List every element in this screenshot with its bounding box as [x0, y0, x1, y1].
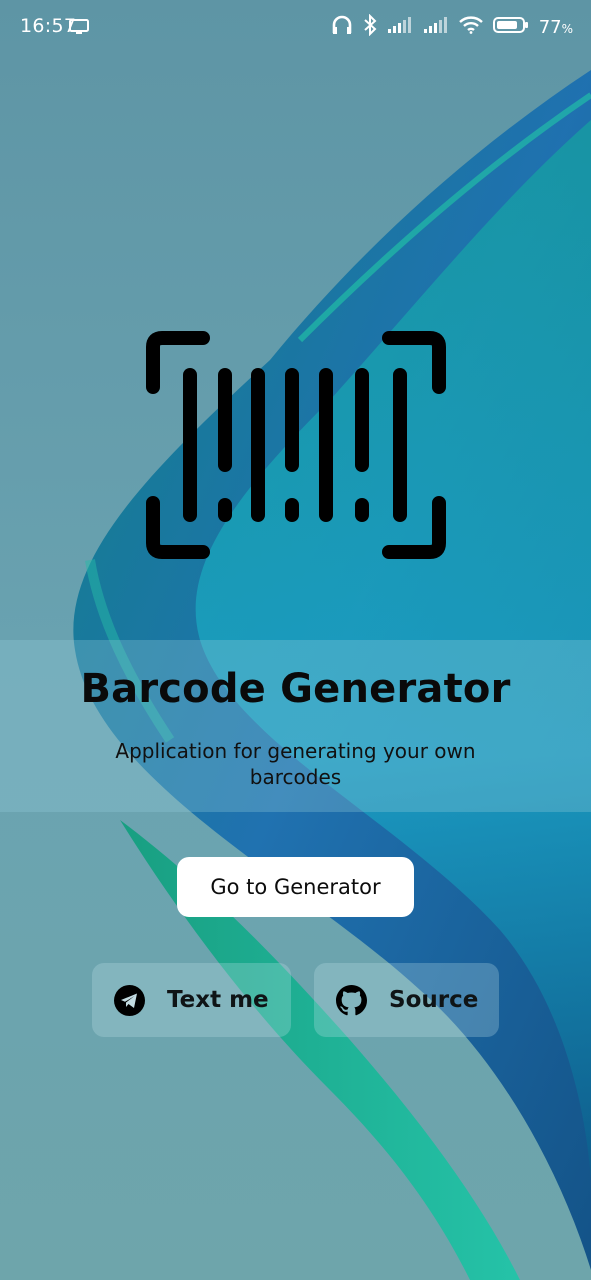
- telegram-icon: [114, 984, 145, 1016]
- signal-icon: [423, 16, 449, 39]
- go-to-generator-button[interactable]: Go to Generator: [177, 857, 414, 917]
- text-me-button[interactable]: Text me: [92, 963, 291, 1037]
- barcode-scan-icon: [140, 325, 452, 565]
- source-label: Source: [389, 987, 479, 1013]
- github-icon: [336, 984, 367, 1016]
- text-me-label: Text me: [167, 987, 269, 1013]
- battery-percent: 77%: [538, 17, 573, 38]
- headphones-icon: [331, 15, 353, 40]
- screen-cast-icon: [69, 18, 89, 40]
- battery-icon: [492, 16, 529, 39]
- signal-icon: [387, 16, 413, 39]
- status-bar: 16:57 77%: [0, 0, 591, 52]
- bluetooth-icon: [363, 13, 377, 41]
- wifi-icon: [458, 16, 483, 39]
- source-button[interactable]: Source: [314, 963, 499, 1037]
- app-title: Barcode Generator: [80, 666, 511, 712]
- app-subtitle: Application for generating your own barc…: [115, 739, 476, 789]
- status-time: 16:57: [20, 15, 77, 37]
